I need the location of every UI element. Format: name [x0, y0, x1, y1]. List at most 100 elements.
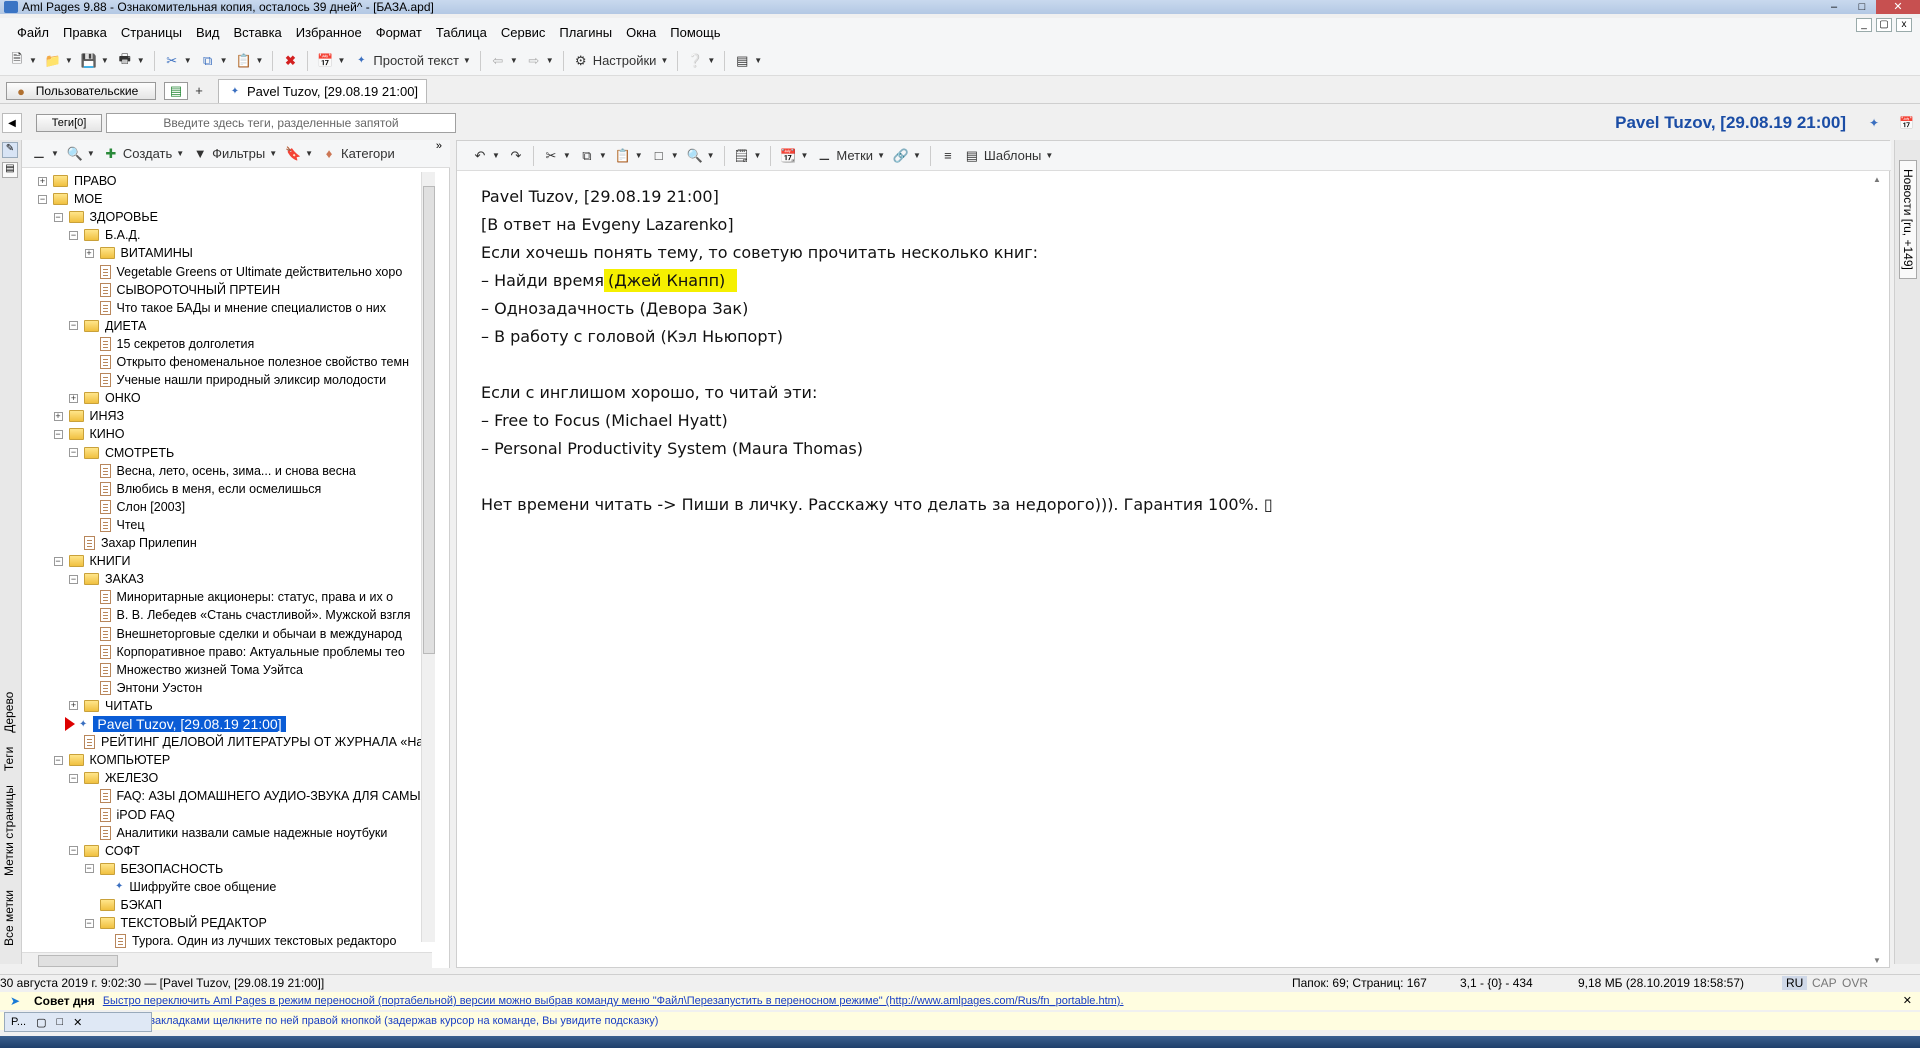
tree-item[interactable]: Весна, лето, осень, зима... и снова весн… — [85, 462, 356, 480]
expand-icon[interactable]: + — [38, 176, 47, 186]
menu-format[interactable]: Формат — [369, 25, 429, 40]
tree-item[interactable]: Что такое БАДы и мнение специалистов о н… — [85, 299, 386, 317]
tip-next-icon[interactable]: ➤ — [10, 994, 20, 1008]
vtab-tags[interactable]: Теги — [2, 747, 16, 771]
redo-button[interactable]: ↷ — [505, 145, 527, 167]
menu-file[interactable]: Файл — [10, 25, 56, 40]
menu-favorites[interactable]: Избранное — [289, 25, 369, 40]
tree-vertical-scrollbar[interactable] — [421, 172, 435, 942]
tree-item[interactable]: − КОМПЬЮТЕР — [53, 751, 170, 769]
tree-item[interactable]: FAQ: АЗЫ ДОМАШНЕГО АУДИО-ЗВУКА ДЛЯ САМЫХ — [85, 787, 429, 805]
tip-close-icon[interactable]: ✕ — [1903, 994, 1912, 1007]
tree-item[interactable]: ✦ Шифруйте свое общение — [100, 878, 276, 896]
forward-button[interactable]: ⇨ ▼ — [523, 50, 557, 72]
mdi-minimize-button[interactable]: _ — [1856, 18, 1872, 32]
settings-button[interactable]: ⚙ Настройки ▼ — [570, 50, 672, 72]
expand-icon[interactable]: + — [69, 701, 78, 711]
templates-button[interactable]: ▤ Шаблоны ▼ — [961, 145, 1056, 167]
tree-item[interactable]: Внешнеторговые сделки и обычаи в междуна… — [85, 625, 402, 643]
tree-item[interactable]: + ОНКО — [69, 389, 141, 407]
menu-edit[interactable]: Правка — [56, 25, 114, 40]
tree-item[interactable]: − БЕЗОПАСНОСТЬ — [84, 860, 223, 878]
tree-item[interactable]: + ПРАВО — [38, 172, 116, 190]
tree-item[interactable]: РЕЙТИНГ ДЕЛОВОЙ ЛИТЕРАТУРЫ ОТ ЖУРНАЛА «H… — [69, 733, 434, 751]
collapse-icon[interactable]: − — [69, 574, 78, 584]
collapse-icon[interactable]: − — [84, 918, 94, 928]
vtab-all-labels[interactable]: Все метки — [2, 890, 16, 946]
tree-item[interactable]: − МОЕ — [38, 190, 102, 208]
paste-button[interactable]: 📋 ▼ — [233, 50, 267, 72]
tab-list-button[interactable]: ▤ — [164, 81, 188, 100]
tree-item[interactable]: ✦ Pavel Tuzov, [29.08.19 21:00] — [65, 715, 286, 733]
link-button[interactable]: 🔗 ▼ — [890, 145, 924, 167]
tree-item[interactable]: iPOD FAQ — [85, 806, 175, 824]
mini-maximize-icon[interactable]: □ — [57, 1016, 64, 1028]
cut-button[interactable]: ✂ ▼ — [161, 50, 195, 72]
menu-help[interactable]: Помощь — [663, 25, 727, 40]
tree-item[interactable]: − ЖЕЛЕЗО — [69, 769, 158, 787]
tree-tags-button[interactable]: ⚊ ▼ — [28, 143, 62, 165]
clipboard-button[interactable]: 🗒 ▼ — [731, 145, 765, 167]
outline-toggle-icon[interactable]: ▤ — [2, 162, 18, 178]
date-button[interactable]: 📆 ▼ — [777, 145, 811, 167]
print-button[interactable]: 🖶 ▼ — [114, 50, 148, 72]
calendar-icon[interactable]: 📅 — [1899, 116, 1914, 130]
bookmark-button[interactable]: 🔖 ▼ — [282, 143, 316, 165]
open-button[interactable]: 📁 ▼ — [42, 50, 76, 72]
format-button[interactable]: ≡ — [937, 145, 959, 167]
editor-paste-button[interactable]: 📋 ▼ — [612, 145, 646, 167]
tree-item[interactable]: Захар Прилепин — [69, 534, 197, 552]
tree-item[interactable]: + ВИТАМИНЫ — [84, 244, 193, 262]
collapse-icon[interactable]: − — [69, 448, 78, 457]
edit-toggle-icon[interactable]: ✎ — [2, 142, 18, 158]
tree-item[interactable]: Чтец — [85, 516, 145, 534]
back-button[interactable]: ⇦ ▼ — [487, 50, 521, 72]
layout-button[interactable]: ▤ ▼ — [731, 50, 765, 72]
tree-item[interactable]: + ИНЯЗ — [53, 407, 124, 425]
tree-item[interactable]: Слон [2003] — [85, 498, 185, 516]
plain-text-button[interactable]: ✦ Простой текст ▼ — [350, 50, 473, 72]
collapse-icon[interactable]: − — [69, 230, 78, 240]
expand-icon[interactable]: + — [84, 248, 94, 258]
menu-view[interactable]: Вид — [189, 25, 227, 40]
panel-collapse-button[interactable]: ◀ — [2, 113, 22, 133]
user-tabs-button[interactable]: ● Пользовательские — [6, 81, 156, 100]
editor-content[interactable]: Pavel Tuzov, [29.08.19 21:00] [В ответ н… — [481, 183, 1861, 519]
tip-link[interactable]: Быстро переключить Aml Pages в режим пер… — [103, 995, 1124, 1007]
collapse-icon[interactable]: − — [53, 212, 63, 222]
labels-button[interactable]: ⚊ Метки ▼ — [813, 145, 888, 167]
tree-item[interactable]: − КНИГИ — [53, 552, 131, 570]
more-chevron-icon[interactable]: » — [436, 140, 442, 152]
status-language[interactable]: RU — [1782, 976, 1808, 990]
tree-item[interactable]: БЭКАП — [85, 896, 162, 914]
menu-windows[interactable]: Окна — [619, 25, 663, 40]
create-button[interactable]: ✚ Создать ▼ — [100, 143, 187, 165]
tree-item[interactable]: Typora. Один из лучших текстовых редакто… — [100, 932, 396, 950]
categories-button[interactable]: ♦ Категори — [318, 143, 398, 165]
tree-item[interactable]: Множество жизней Тома Уэйтса — [85, 661, 303, 679]
tree-item[interactable]: Миноритарные акционеры: статус, права и … — [85, 588, 393, 606]
tree-item[interactable]: Корпоративное право: Актуальные проблемы… — [85, 643, 405, 661]
tree-item[interactable]: Аналитики назвали самые надежные ноутбук… — [85, 824, 387, 842]
editor-vertical-scrollbar[interactable]: ▲ ▼ — [1871, 175, 1885, 965]
close-button[interactable]: ✕ — [1876, 0, 1920, 14]
tab-current-document[interactable]: ✦ Pavel Tuzov, [29.08.19 21:00] — [218, 78, 428, 103]
new-button[interactable]: 🗎 ▼ — [6, 50, 40, 72]
collapse-icon[interactable]: − — [53, 556, 63, 566]
calendar-button[interactable]: 📅 ▼ — [314, 50, 348, 72]
tree-item[interactable]: В. В. Лебедев «Стань счастливой». Мужско… — [85, 606, 411, 624]
collapse-icon[interactable]: − — [69, 846, 78, 856]
tags-button[interactable]: Теги[0] — [36, 114, 102, 132]
tree-item[interactable]: − ДИЕТА — [69, 317, 146, 335]
minimize-button[interactable]: – — [1820, 0, 1848, 14]
add-tab-button[interactable]: + — [188, 80, 210, 102]
tree-item[interactable]: 15 секретов долголетия — [85, 335, 254, 353]
tree-item[interactable]: СЫВОРОТОЧНЫЙ ПРТЕИН — [85, 281, 280, 299]
select-button[interactable]: □ ▼ — [648, 145, 682, 167]
tree-item[interactable]: + ЧИТАТЬ — [69, 697, 153, 715]
copy-button[interactable]: ⧉ ▼ — [197, 50, 231, 72]
collapse-icon[interactable]: − — [53, 429, 63, 439]
vtab-page-labels[interactable]: Метки страницы — [2, 785, 16, 876]
help-button[interactable]: ❔ ▼ — [684, 50, 718, 72]
tree-item[interactable]: − КИНО — [53, 425, 125, 443]
